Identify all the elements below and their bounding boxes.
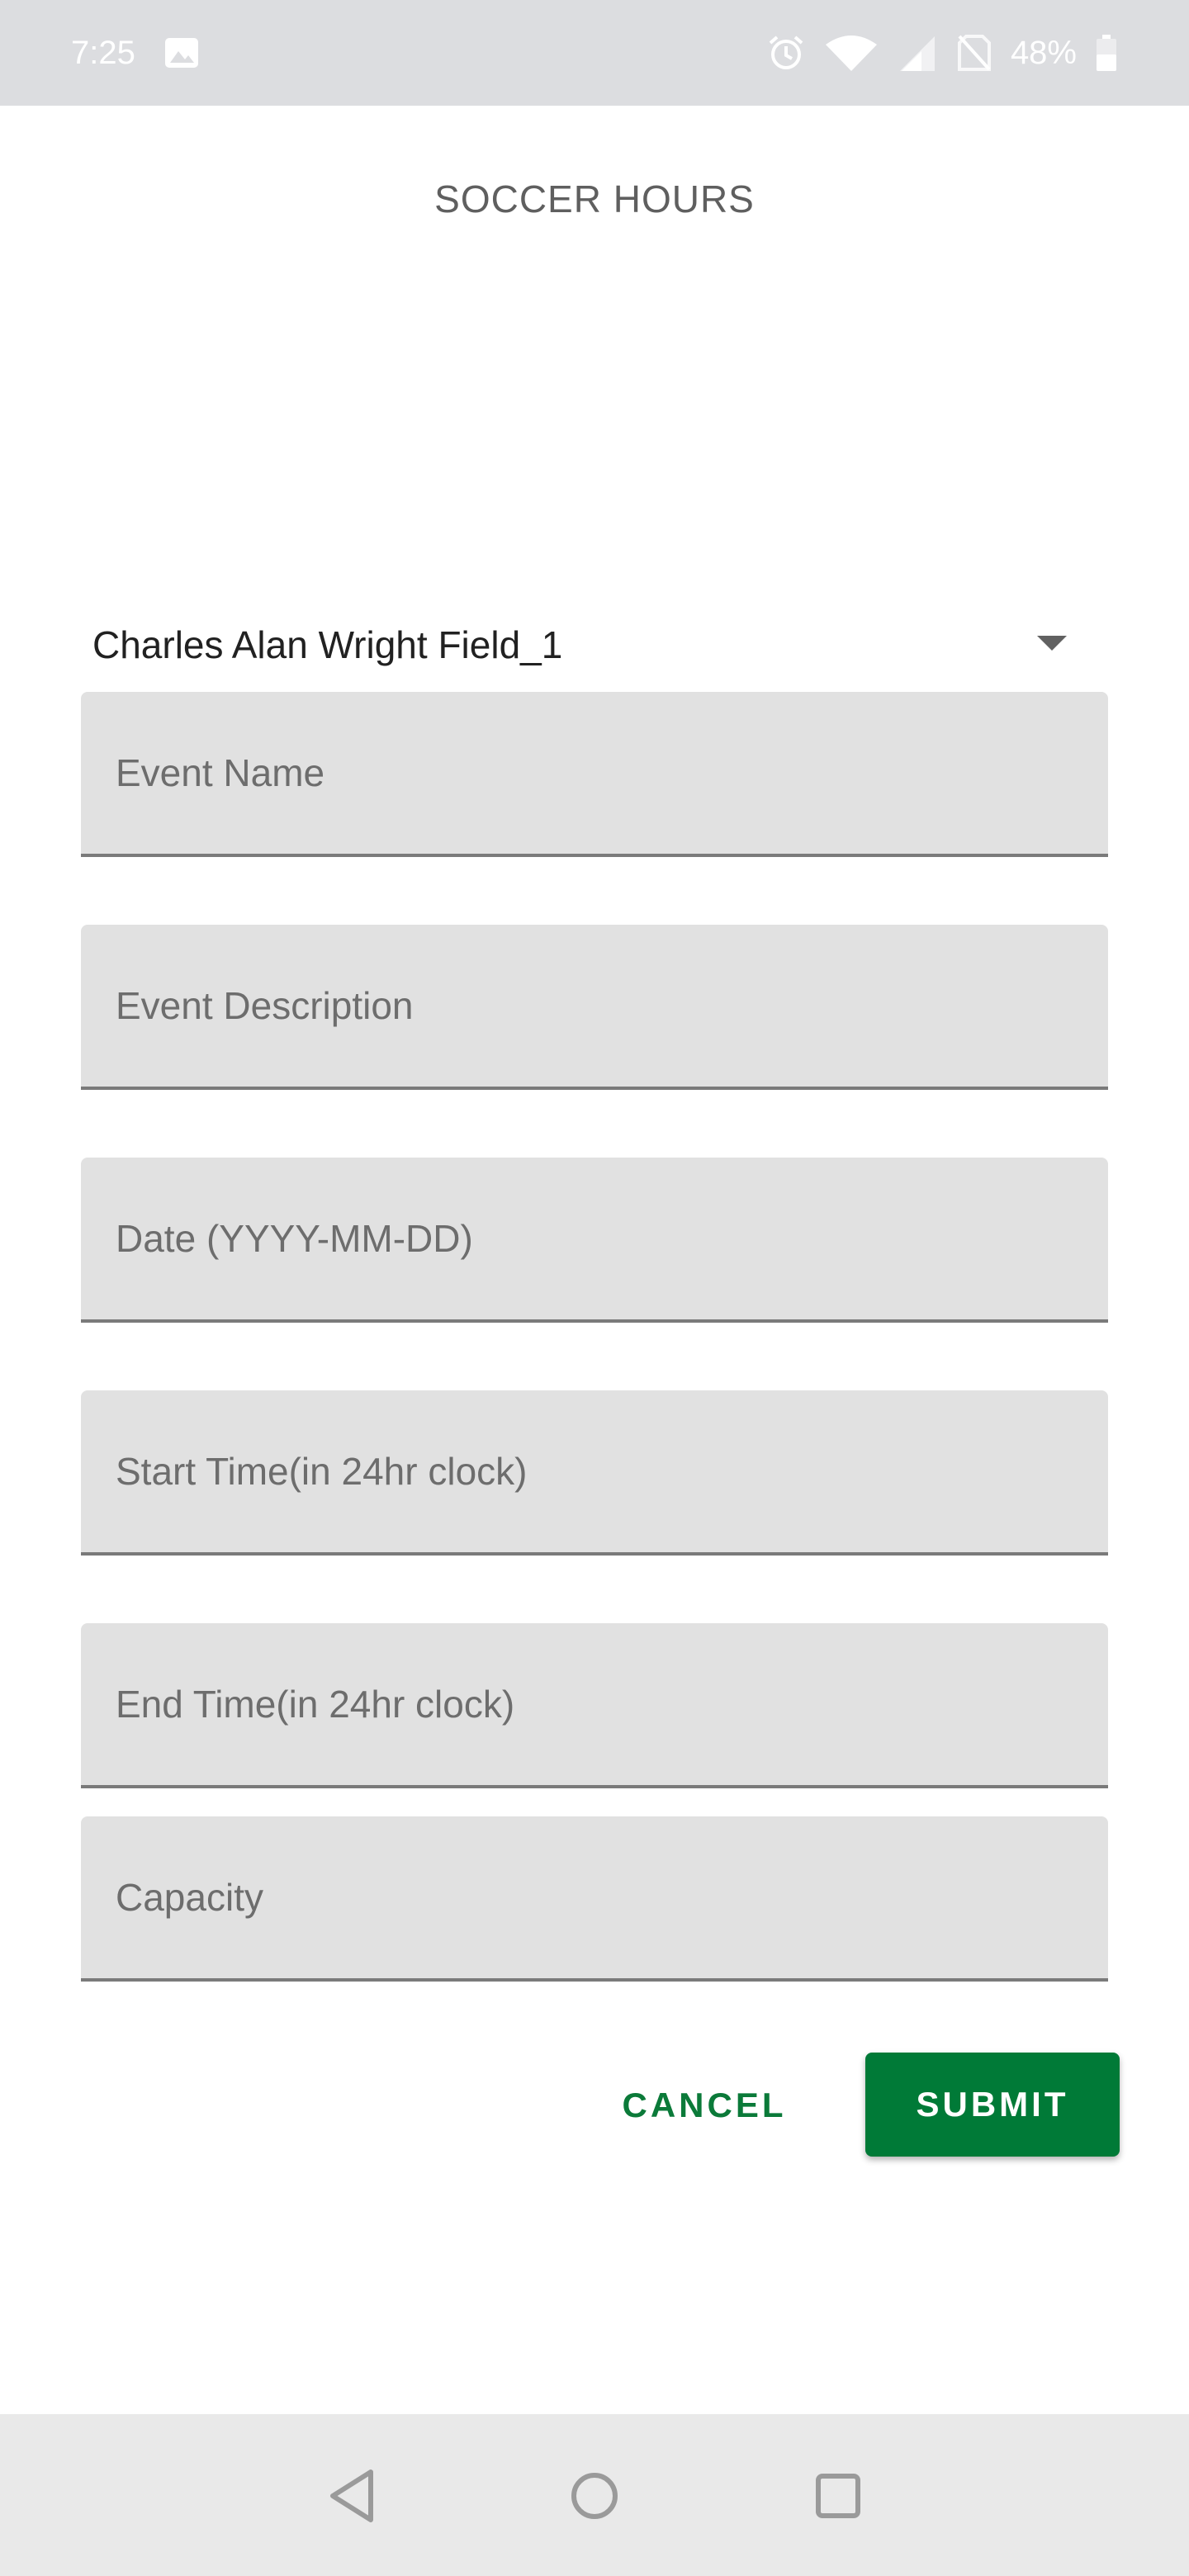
wifi-icon — [825, 36, 877, 71]
screen: 7:25 48% SOCCER HOURS Charles Alan Wrigh… — [0, 0, 1189, 2576]
status-time: 7:25 — [71, 35, 135, 71]
status-bar: 7:25 48% — [0, 0, 1189, 106]
submit-button[interactable]: SUBMIT — [865, 2053, 1120, 2157]
status-icons: 48% — [766, 30, 1118, 76]
gallery-icon — [165, 38, 198, 68]
date-field[interactable] — [81, 1158, 1108, 1319]
navigation-bar — [0, 2414, 1189, 2576]
date-field-container — [81, 1158, 1108, 1323]
end-time-field[interactable] — [81, 1623, 1108, 1785]
end-time-field-container — [81, 1623, 1108, 1788]
back-icon — [330, 2469, 373, 2522]
battery-percent: 48% — [1010, 35, 1077, 71]
signal-icon — [899, 36, 935, 71]
capacity-field-container — [81, 1816, 1108, 1982]
event-description-field[interactable] — [81, 925, 1108, 1087]
battery-icon — [1097, 35, 1116, 71]
dropdown-arrow-icon — [1037, 636, 1067, 651]
home-button[interactable] — [557, 2459, 632, 2533]
venue-select-dropdown[interactable]: Charles Alan Wright Field_1 — [81, 611, 1113, 685]
alarm-icon — [769, 36, 803, 69]
cancel-button[interactable]: CANCEL — [609, 2056, 799, 2155]
start-time-field[interactable] — [81, 1390, 1108, 1552]
event-description-field-container — [81, 925, 1108, 1090]
venue-select-value: Charles Alan Wright Field_1 — [92, 623, 563, 666]
capacity-field[interactable] — [81, 1816, 1108, 1978]
back-button[interactable] — [315, 2459, 390, 2533]
home-icon — [571, 2473, 618, 2519]
event-name-field[interactable] — [81, 692, 1108, 854]
recents-icon — [816, 2474, 860, 2518]
page-title: SOCCER HOURS — [434, 178, 755, 220]
recents-button[interactable] — [801, 2459, 875, 2533]
no-sim-icon — [957, 35, 991, 71]
event-name-field-container — [81, 692, 1108, 857]
start-time-field-container — [81, 1390, 1108, 1556]
